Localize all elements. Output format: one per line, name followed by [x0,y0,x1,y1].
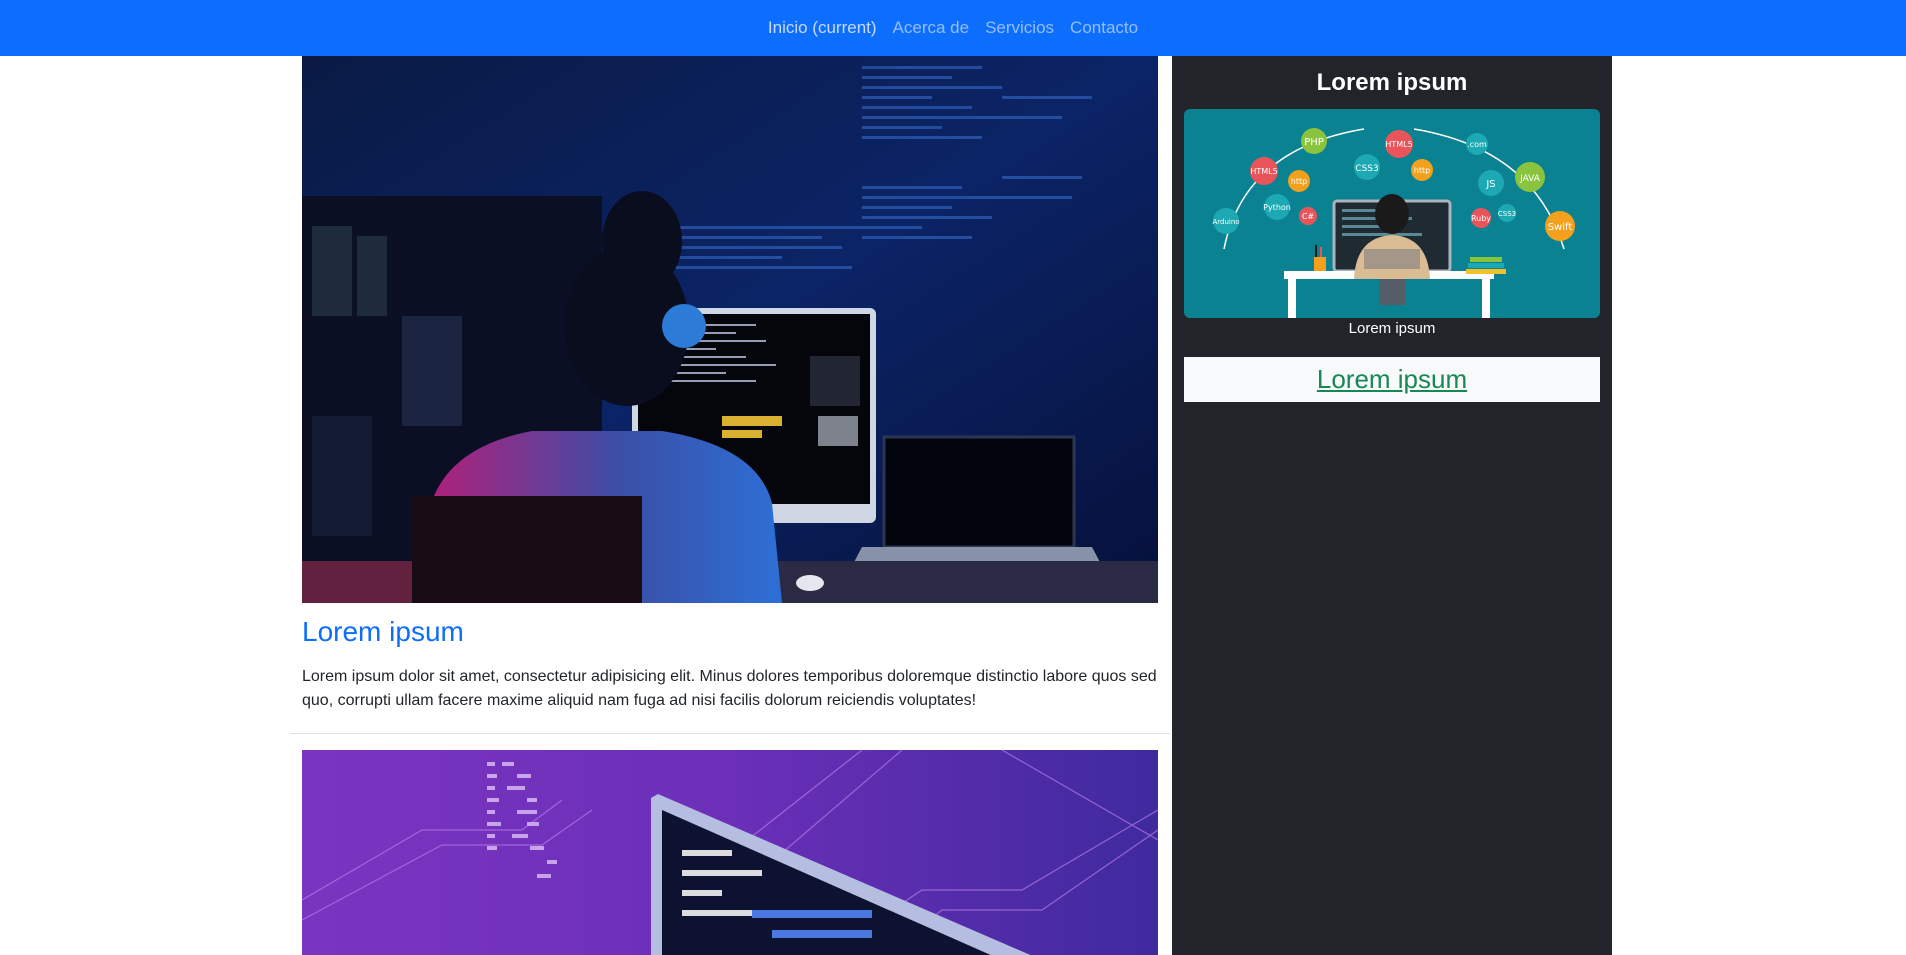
main-content: Lorem ipsum Lorem ipsum dolor sit amet, … [290,56,1170,955]
tag-python: Python [1263,203,1291,212]
tag-js: JS [1485,179,1495,190]
tag-csharp: C# [1302,212,1315,221]
sidebar-link[interactable]: Lorem ipsum [1317,364,1467,395]
tag-swift: Swift [1548,222,1573,233]
post-image-developer [302,56,1158,603]
tag-arduino: Arduino [1212,218,1239,226]
blog-post: Lorem ipsum Lorem ipsum dolor sit amet, … [290,56,1170,713]
tag-http-2: http [1414,166,1430,175]
tag-java: JAVA [1519,174,1541,184]
tag-ruby: Ruby [1471,214,1491,223]
post-title[interactable]: Lorem ipsum [302,615,1158,649]
tag-html5-1: HTML5 [1250,167,1277,176]
top-navbar: Inicio (current) Acerca de Servicios Con… [0,0,1906,56]
tag-dotcom: .com [1467,140,1487,149]
developer-illustration: PHP HTML5 HTML5 CSS3 http http JS JAVA P… [1184,109,1600,318]
sidebar-image-caption: Lorem ipsum [1348,320,1436,337]
page-scrollbar[interactable] [1896,56,1906,955]
nav-item-servicios[interactable]: Servicios [977,18,1062,38]
nav-item-acerca[interactable]: Acerca de [885,18,978,38]
sidebar-link-box: Lorem ipsum [1184,357,1600,402]
post-divider [290,733,1170,734]
post-text: Lorem ipsum dolor sit amet, consectetur … [302,668,1157,709]
tag-css3-2: CSS3 [1498,210,1516,218]
tag-php: PHP [1304,137,1324,148]
post-image-code-screen [302,750,1158,955]
sidebar: Lorem ipsum PHP HTML5 HTML5 CSS3 http ht… [1172,56,1612,955]
tag-css3-1: CSS3 [1355,164,1378,174]
sidebar-image: PHP HTML5 HTML5 CSS3 http http JS JAVA P… [1184,109,1600,318]
scrollbar-thumb[interactable] [1898,56,1904,955]
tag-http-1: http [1291,177,1307,186]
tag-html5-2: HTML5 [1385,140,1412,149]
nav-item-contacto[interactable]: Contacto [1062,18,1146,38]
sidebar-title: Lorem ipsum [1316,69,1468,96]
nav-item-inicio[interactable]: Inicio (current) [760,18,885,38]
